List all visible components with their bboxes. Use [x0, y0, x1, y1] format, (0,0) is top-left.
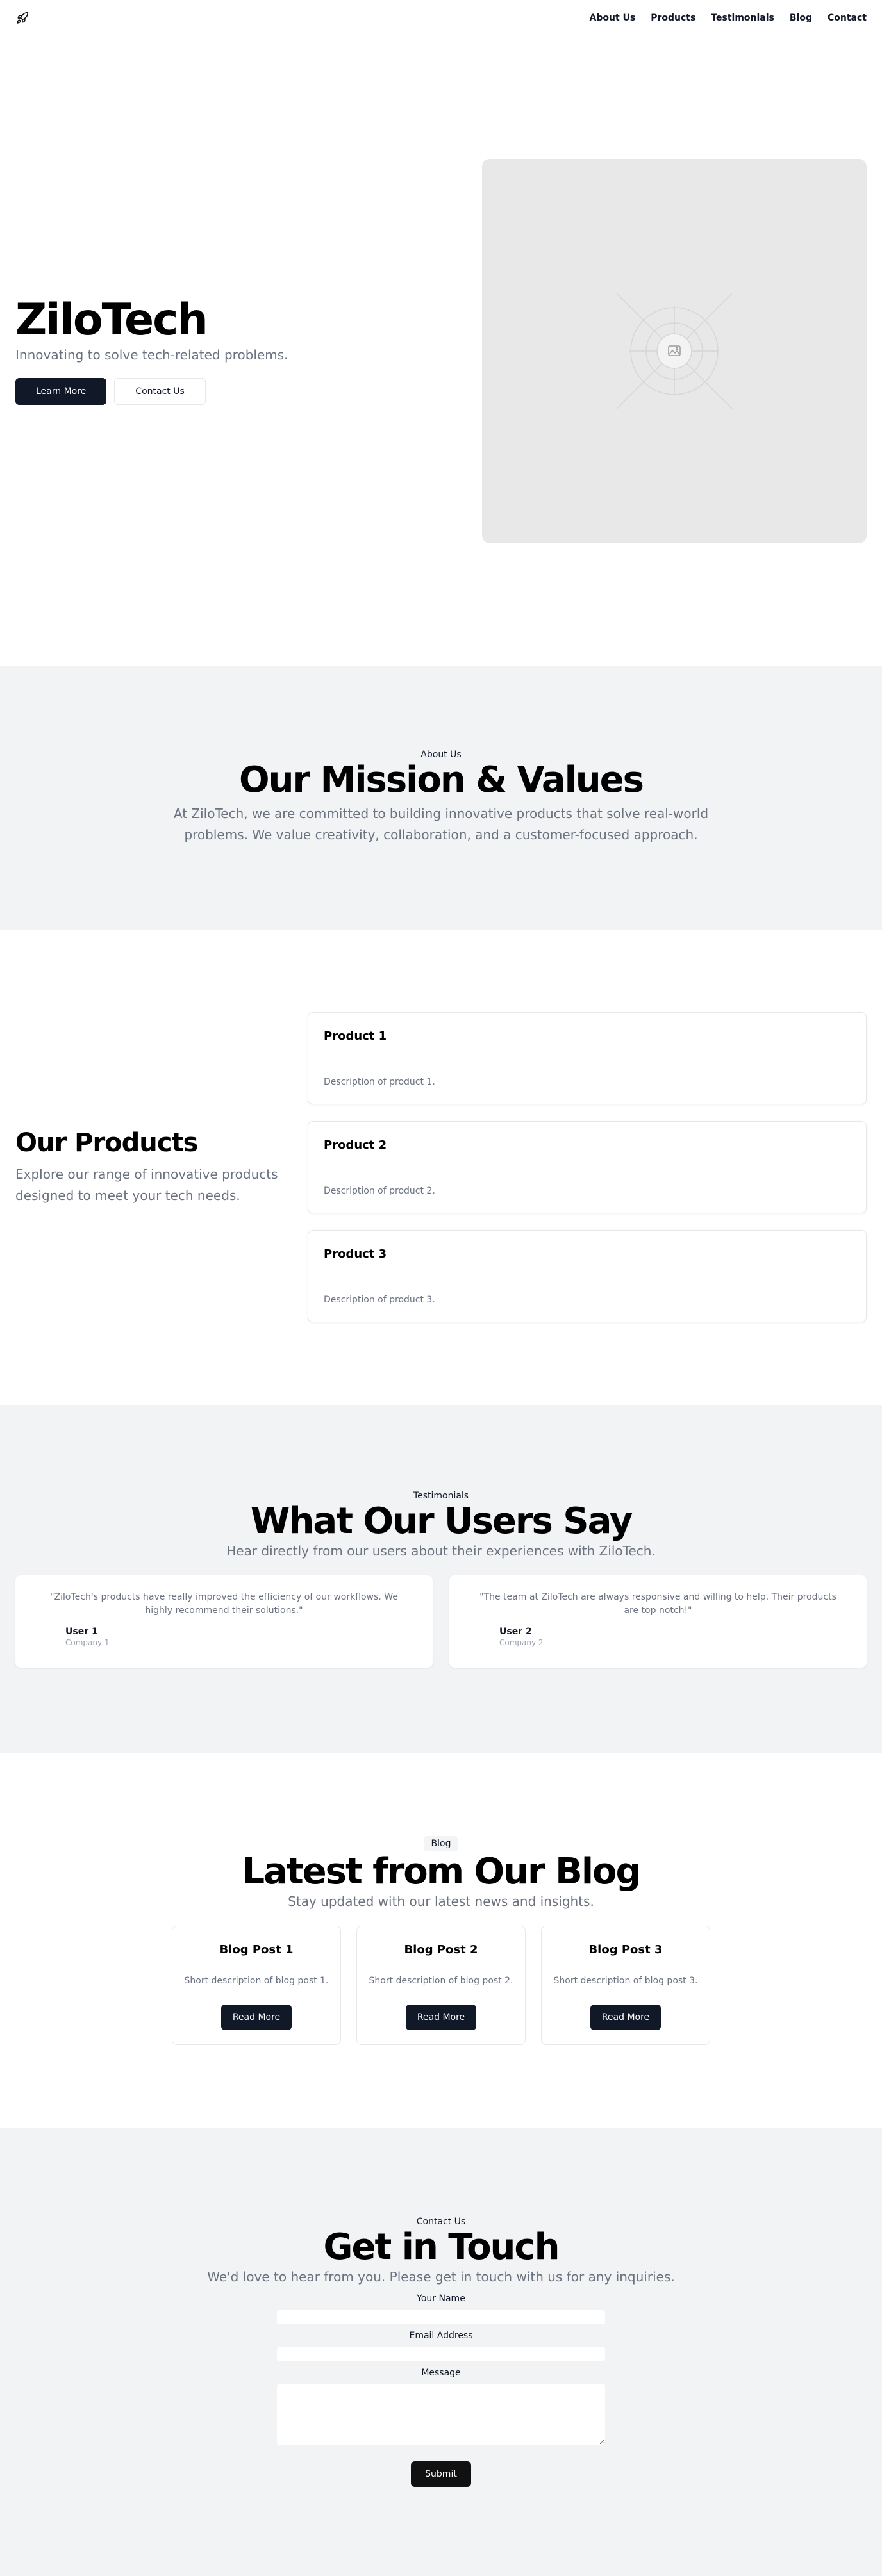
submit-button[interactable]: Submit [411, 2461, 471, 2488]
products-intro: Our Products Explore our range of innova… [15, 1128, 291, 1206]
about-title: Our Mission & Values [239, 759, 644, 801]
about-eyebrow: About Us [420, 749, 462, 760]
testimonial-company: Company 2 [499, 1638, 544, 1648]
blog-card: Blog Post 1 Short description of blog po… [172, 1926, 341, 2046]
hero-actions: Learn More Contact Us [15, 377, 451, 405]
blog-section: Blog Latest from Our Blog Stay updated w… [0, 1753, 882, 2128]
name-field[interactable] [277, 2310, 605, 2325]
testimonial-quote: "ZiloTech's products have really improve… [50, 1592, 398, 1616]
hero-title: ZiloTech [15, 295, 208, 346]
message-field[interactable] [277, 2384, 605, 2445]
testimonials-subtitle: Hear directly from our users about their… [226, 1543, 656, 1559]
testimonial-card: "The team at ZiloTech are always respons… [449, 1575, 867, 1668]
name-label: Your Name [417, 2293, 465, 2304]
about-section: About Us Our Mission & Values At ZiloTec… [0, 666, 882, 930]
product-name: Product 2 [324, 1138, 387, 1152]
testimonial-user: User 1 Company 1 [41, 1627, 407, 1647]
hero-content: ZiloTech Innovating to solve tech-relate… [15, 295, 451, 405]
testimonial-user-name: User 1 [65, 1627, 98, 1637]
nav-blog[interactable]: Blog [790, 13, 812, 23]
blog-post-title: Blog Post 1 [219, 1943, 294, 1957]
product-description: Description of product 2. [324, 1186, 435, 1196]
product-card[interactable]: Product 1 Description of product 1. [308, 1012, 867, 1104]
testimonials-eyebrow: Testimonials [413, 1490, 469, 1501]
product-card[interactable]: Product 3 Description of product 3. [308, 1230, 867, 1322]
product-description: Description of product 1. [324, 1077, 435, 1087]
blog-post-description: Short description of blog post 2. [369, 1975, 513, 1986]
hero-section: ZiloTech Innovating to solve tech-relate… [0, 36, 882, 666]
main-nav: About Us Products Testimonials Blog Cont… [590, 13, 867, 23]
products-subtitle: Explore our range of innovative products… [15, 1167, 278, 1203]
blog-title: Latest from Our Blog [242, 1850, 641, 1892]
blog-card: Blog Post 3 Short description of blog po… [541, 1926, 710, 2046]
product-list: Product 1 Description of product 1. Prod… [308, 1012, 867, 1322]
testimonials-section: Testimonials What Our Users Say Hear dir… [0, 1405, 882, 1753]
learn-more-button[interactable]: Learn More [15, 377, 107, 405]
product-description: Description of product 3. [324, 1295, 435, 1305]
blog-post-title: Blog Post 2 [404, 1943, 478, 1957]
testimonial-card: "ZiloTech's products have really improve… [15, 1575, 433, 1668]
product-card[interactable]: Product 2 Description of product 2. [308, 1121, 867, 1213]
message-label: Message [421, 2368, 461, 2379]
blog-badge: Blog [423, 1835, 459, 1851]
read-more-button[interactable]: Read More [590, 2005, 662, 2031]
contact-title: Get in Touch [323, 2226, 560, 2268]
nav-contact[interactable]: Contact [828, 13, 867, 23]
testimonial-user-name: User 2 [499, 1627, 532, 1637]
products-section: Our Products Explore our range of innova… [0, 930, 882, 1405]
testimonial-quote: "The team at ZiloTech are always respons… [479, 1592, 836, 1616]
rocket-icon[interactable] [15, 11, 29, 25]
hero-subtitle: Innovating to solve tech-related problem… [15, 347, 288, 363]
email-field[interactable] [277, 2347, 605, 2362]
site-header: About Us Products Testimonials Blog Cont… [0, 0, 882, 36]
about-text: At ZiloTech, we are committed to buildin… [173, 806, 709, 843]
email-label: Email Address [409, 2331, 473, 2342]
contact-subtitle: We'd love to hear from you. Please get i… [207, 2269, 675, 2285]
contact-section: Contact Us Get in Touch We'd love to hea… [0, 2128, 882, 2576]
hero-image-placeholder [482, 158, 867, 543]
blog-card: Blog Post 2 Short description of blog po… [356, 1926, 526, 2046]
nav-testimonials[interactable]: Testimonials [711, 13, 774, 23]
testimonial-company: Company 1 [65, 1638, 110, 1648]
read-more-button[interactable]: Read More [220, 2005, 292, 2031]
read-more-button[interactable]: Read More [405, 2005, 477, 2031]
image-placeholder-icon [616, 292, 733, 409]
testimonials-grid: "ZiloTech's products have really improve… [0, 1575, 882, 1668]
blog-post-description: Short description of blog post 1. [184, 1975, 329, 1986]
contact-eyebrow: Contact Us [416, 2216, 466, 2227]
testimonials-title: What Our Users Say [250, 1500, 633, 1542]
testimonial-user: User 2 Company 2 [475, 1627, 841, 1647]
blog-subtitle: Stay updated with our latest news and in… [288, 1894, 594, 1910]
product-name: Product 3 [324, 1247, 387, 1261]
contact-us-button[interactable]: Contact Us [114, 377, 206, 405]
product-name: Product 1 [324, 1030, 387, 1043]
contact-form: Your Name Email Address Message Submit [277, 2287, 605, 2488]
nav-products[interactable]: Products [651, 13, 695, 23]
blog-post-description: Short description of blog post 3. [553, 1975, 698, 1986]
products-title: Our Products [15, 1128, 198, 1158]
blog-post-title: Blog Post 3 [588, 1943, 663, 1957]
blog-grid: Blog Post 1 Short description of blog po… [172, 1926, 710, 2046]
nav-about[interactable]: About Us [590, 13, 636, 23]
